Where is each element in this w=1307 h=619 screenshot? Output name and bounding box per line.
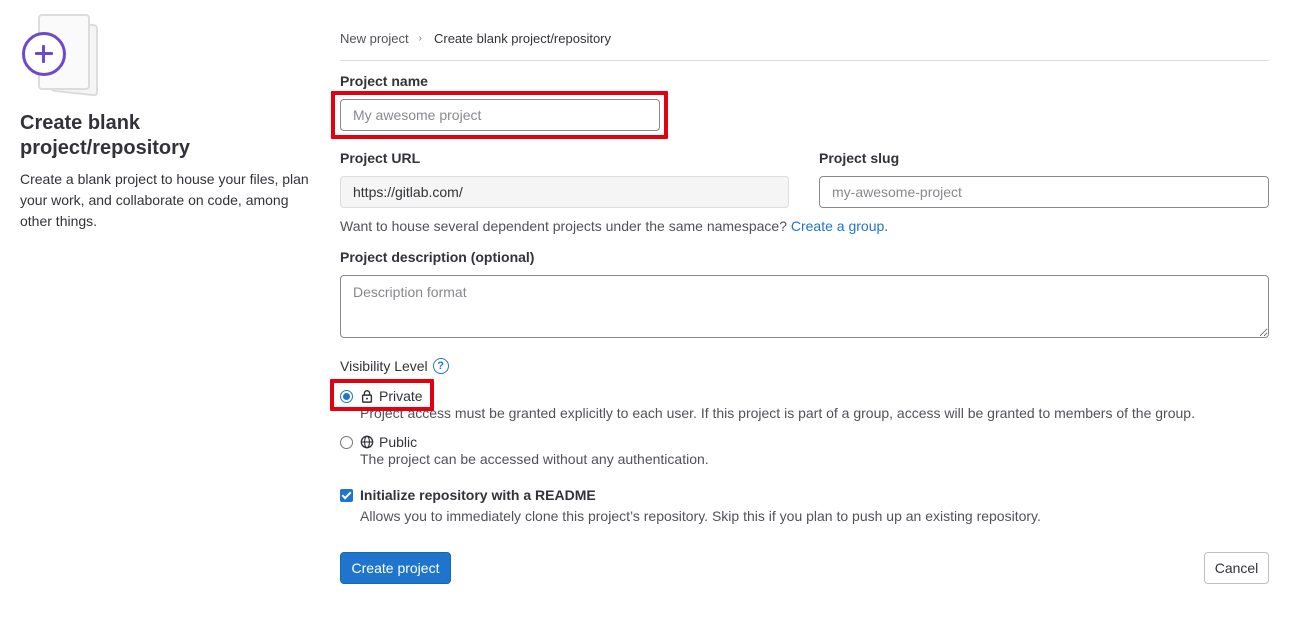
description-label: Project description (optional) — [340, 249, 535, 265]
readme-label: Initialize repository with a README — [360, 487, 596, 503]
radio-public[interactable] — [340, 436, 353, 449]
visibility-option-public[interactable]: Public The project can be accessed witho… — [340, 434, 709, 467]
readme-description: Allows you to immediately clone this pro… — [360, 508, 1041, 524]
breadcrumb-new-project[interactable]: New project — [340, 31, 409, 46]
private-label: Private — [379, 388, 423, 404]
namespace-help-suffix: . — [884, 218, 889, 234]
project-url-input[interactable] — [340, 176, 789, 208]
readme-option[interactable]: Initialize repository with a README Allo… — [340, 487, 1041, 524]
globe-icon — [360, 435, 374, 449]
public-label: Public — [379, 434, 418, 450]
cancel-button[interactable]: Cancel — [1204, 552, 1269, 584]
namespace-help-text: Want to house several dependent projects… — [340, 218, 787, 234]
question-circle-icon[interactable]: ? — [432, 358, 449, 374]
project-slug-input[interactable] — [819, 176, 1269, 208]
blank-project-illustration — [20, 14, 106, 97]
plus-circle-icon — [22, 32, 66, 76]
lock-icon — [361, 390, 373, 403]
private-description: Project access must be granted explicitl… — [360, 405, 1195, 421]
create-group-link[interactable]: Create a group — [791, 218, 884, 234]
left-panel: Create blank project/repository Create a… — [20, 14, 315, 232]
project-name-input[interactable] — [340, 99, 660, 131]
panel-description: Create a blank project to house your fil… — [20, 171, 309, 229]
breadcrumb-current: Create blank project/repository — [433, 31, 612, 46]
project-name-label: Project name — [340, 73, 428, 89]
namespace-help: Want to house several dependent projects… — [340, 218, 888, 234]
breadcrumb: New project › Create blank project/repos… — [340, 31, 611, 46]
chevron-right-icon: › — [418, 33, 422, 44]
description-textarea[interactable] — [340, 275, 1269, 338]
project-url-label: Project URL — [340, 150, 421, 166]
project-slug-label: Project slug — [819, 150, 900, 166]
public-description: The project can be accessed without any … — [360, 451, 709, 467]
visibility-option-private[interactable]: Private Project access must be granted e… — [340, 388, 1195, 421]
header-divider — [340, 60, 1269, 61]
visibility-label-text: Visibility Level — [340, 358, 428, 374]
readme-checkbox[interactable] — [340, 489, 353, 502]
create-project-button[interactable]: Create project — [340, 552, 451, 584]
panel-title: Create blank project/repository — [20, 112, 191, 159]
radio-private[interactable] — [340, 390, 353, 403]
visibility-label: Visibility Level ? — [340, 358, 449, 374]
